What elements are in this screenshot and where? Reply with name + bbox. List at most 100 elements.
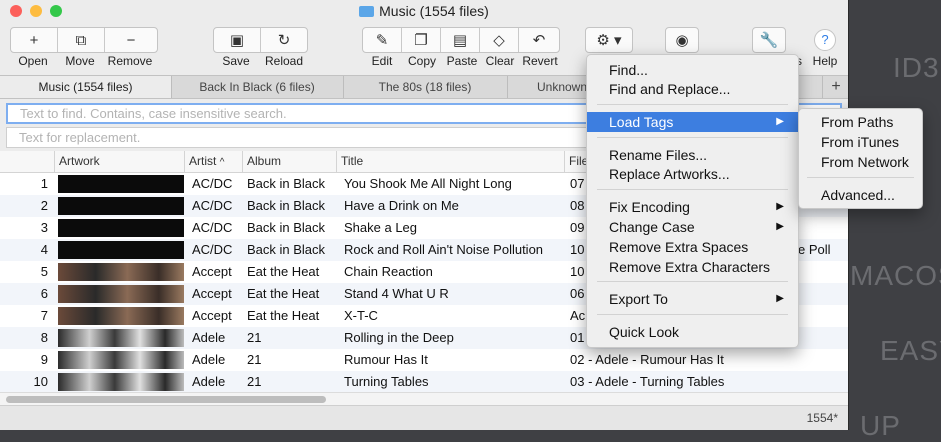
save-button[interactable]: ▣ xyxy=(214,28,261,52)
submenu-arrow-icon: ▶ xyxy=(776,221,784,232)
tab-music[interactable]: Music (1554 files) xyxy=(0,76,172,98)
eye-button[interactable]: ◉ xyxy=(666,28,698,52)
tab-the-80s[interactable]: The 80s (18 files) xyxy=(343,76,508,98)
submenu-item-advanced[interactable]: Advanced... xyxy=(799,185,922,205)
cell-file: 03 - Adele - Turning Tables xyxy=(570,374,725,389)
clear-label: Clear xyxy=(485,54,515,68)
edit-button[interactable]: ✎ xyxy=(363,28,402,52)
cell-title: Rolling in the Deep xyxy=(344,330,454,345)
gear-button[interactable]: ⚙ ▾ xyxy=(586,28,632,52)
menu-item-change-case[interactable]: Change Case ▶ xyxy=(587,217,798,237)
tab-back-in-black[interactable]: Back In Black (6 files) xyxy=(171,76,344,98)
folder-icon xyxy=(359,6,375,17)
cell-title: X-T-C xyxy=(344,308,378,323)
menu-item-remove-extra-characters[interactable]: Remove Extra Characters xyxy=(587,257,798,277)
menu-item-find[interactable]: Find... xyxy=(587,60,798,80)
cell-title: Have a Drink on Me xyxy=(344,198,459,213)
edit-label: Edit xyxy=(371,54,393,68)
menu-item-find-replace[interactable]: Find and Replace... xyxy=(587,79,798,99)
menu-item-rename-files[interactable]: Rename Files... xyxy=(587,145,798,165)
copy-button[interactable]: ❐ xyxy=(402,28,441,52)
cell-album: Eat the Heat xyxy=(247,286,320,301)
add-tab-button[interactable]: + xyxy=(822,76,848,98)
copy-icon: ❐ xyxy=(414,32,428,49)
background-text: MACOS xyxy=(850,260,941,291)
cell-artist: Adele xyxy=(192,330,226,345)
menu-item-fix-encoding[interactable]: Fix Encoding ▶ xyxy=(587,197,798,217)
reload-icon: ↻ xyxy=(277,32,291,49)
background-text: EASY xyxy=(880,335,941,366)
cell-file-overflow: e Poll xyxy=(798,242,831,257)
submenu-arrow-icon: ▶ xyxy=(776,201,784,212)
menu-separator xyxy=(597,189,788,190)
paste-label: Paste xyxy=(446,54,478,68)
table-row[interactable]: 10 Adele 21 Turning Tables 03 - Adele - Turn… xyxy=(0,371,848,393)
wrench-button[interactable]: 🔧 xyxy=(753,28,785,52)
cell-artist: AC/DC xyxy=(192,198,233,213)
artwork-thumbnail xyxy=(58,329,184,347)
row-number: 10 xyxy=(33,374,48,389)
menu-item-quick-look[interactable]: Quick Look xyxy=(587,322,798,342)
preview-button[interactable]: ◉ xyxy=(665,27,699,53)
cell-title: Rumour Has It xyxy=(344,352,428,367)
tags-button[interactable]: 🔧 xyxy=(752,27,786,53)
revert-label: Revert xyxy=(522,54,558,68)
column-title[interactable]: Title xyxy=(336,151,564,172)
pencil-icon: ✎ xyxy=(375,32,389,49)
row-number: 7 xyxy=(40,308,48,323)
cell-title: Shake a Leg xyxy=(344,220,418,235)
actions-menu: Find... Find and Replace... Load Tags ▶ R… xyxy=(586,54,799,348)
menu-item-export-to[interactable]: Export To ▶ xyxy=(587,289,798,309)
menu-item-remove-extra-spaces[interactable]: Remove Extra Spaces xyxy=(587,237,798,257)
help-button[interactable]: ? xyxy=(814,29,836,51)
artwork-thumbnail xyxy=(58,263,184,281)
submenu-arrow-icon: ▶ xyxy=(776,116,784,127)
minus-icon: − xyxy=(126,31,136,49)
artwork-thumbnail xyxy=(58,307,184,325)
submenu-item-from-network[interactable]: From Network xyxy=(799,152,922,172)
save-icon: ▣ xyxy=(229,32,245,49)
help-label: Help xyxy=(812,54,838,68)
actions-menu-button[interactable]: ⚙ ▾ xyxy=(585,27,633,53)
save-label: Save xyxy=(222,54,250,68)
horizontal-scrollbar[interactable] xyxy=(0,392,848,406)
row-number: 2 xyxy=(40,198,48,213)
menu-separator xyxy=(807,177,914,178)
load-tags-submenu: From Paths From iTunes From Network Adva… xyxy=(798,108,923,209)
undo-icon: ↶ xyxy=(532,32,546,49)
column-album[interactable]: Album xyxy=(242,151,336,172)
save-button-group: ▣ ↻ xyxy=(213,27,308,53)
open-label: Open xyxy=(18,54,48,68)
submenu-item-from-paths[interactable]: From Paths xyxy=(799,112,922,132)
menu-item-replace-artworks[interactable]: Replace Artworks... xyxy=(587,164,798,184)
column-artist[interactable]: Artist ^ xyxy=(184,151,242,172)
file-count: 1554* xyxy=(806,411,838,425)
reload-button[interactable]: ↻ xyxy=(261,28,307,52)
cell-album: Eat the Heat xyxy=(247,308,320,323)
revert-button[interactable]: ↶ xyxy=(519,28,559,52)
open-button[interactable]: + xyxy=(11,28,58,52)
move-icon: ⧉ xyxy=(75,31,87,49)
eraser-icon: ◇ xyxy=(493,32,505,49)
remove-button[interactable]: − xyxy=(105,28,157,52)
clear-button[interactable]: ◇ xyxy=(480,28,519,52)
artwork-thumbnail xyxy=(58,175,184,193)
column-artwork[interactable]: Artwork xyxy=(54,151,184,172)
title-bar: Music (1554 files) xyxy=(0,0,848,24)
status-bar: 1554* xyxy=(0,405,848,430)
table-row[interactable]: 9 Adele 21 Rumour Has It 02 - Adele - Rumour… xyxy=(0,349,848,371)
scrollbar-thumb[interactable] xyxy=(6,396,326,403)
row-number: 3 xyxy=(40,220,48,235)
move-button[interactable]: ⧉ xyxy=(58,28,105,52)
cell-artist: Accept xyxy=(192,286,232,301)
cell-album: Eat the Heat xyxy=(247,264,320,279)
move-label: Move xyxy=(65,54,95,68)
submenu-item-from-itunes[interactable]: From iTunes xyxy=(799,132,922,152)
cell-artist: Accept xyxy=(192,264,232,279)
menu-item-load-tags[interactable]: Load Tags ▶ xyxy=(587,112,798,132)
paste-button[interactable]: ▤ xyxy=(441,28,480,52)
eye-icon: ◉ xyxy=(675,32,689,49)
cell-file: 02 - Adele - Rumour Has It xyxy=(570,352,724,367)
cell-title: Rock and Roll Ain't Noise Pollution xyxy=(344,242,544,257)
background-text: UP xyxy=(860,410,901,441)
